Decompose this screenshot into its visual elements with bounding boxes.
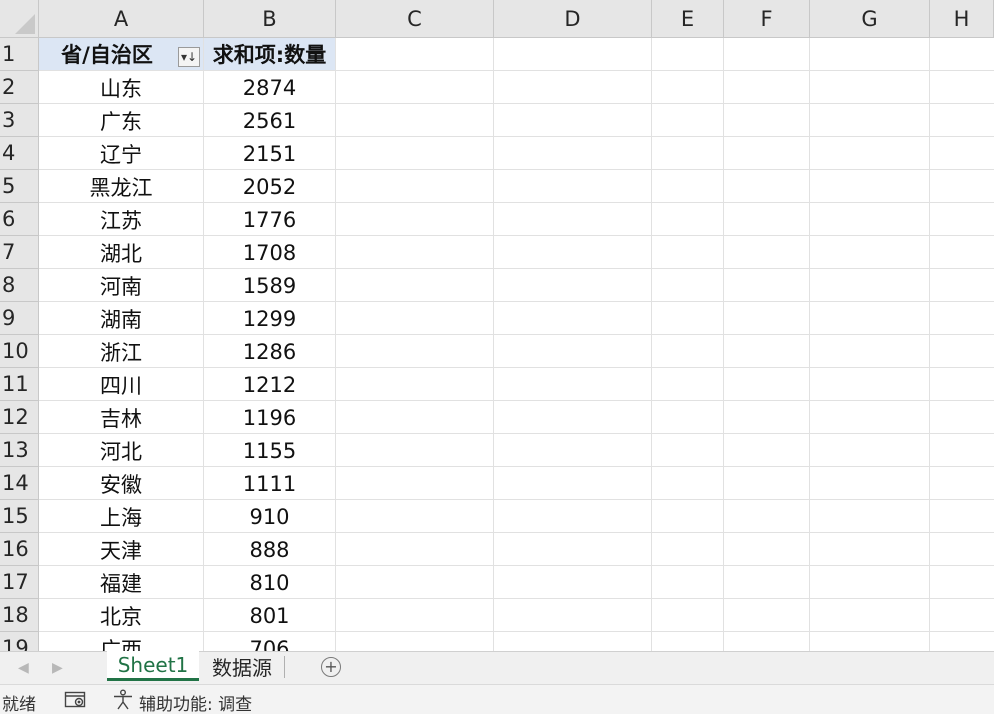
column-header-g[interactable]: G: [810, 0, 930, 38]
pivot-sum-header[interactable]: 求和项:数量: [204, 38, 335, 70]
row-header-16[interactable]: 16: [0, 533, 39, 566]
column-header-f[interactable]: F: [724, 0, 810, 38]
pivot-quantity-cell[interactable]: 888: [204, 533, 335, 566]
row-header-6[interactable]: 6: [0, 203, 39, 236]
row-header-7[interactable]: 7: [0, 236, 39, 269]
pivot-quantity-cell[interactable]: 1708: [204, 236, 335, 269]
pivot-quantity-cell[interactable]: 2151: [204, 137, 335, 170]
scroll-right-icon[interactable]: ▶: [52, 660, 63, 676]
pivot-province-cell[interactable]: 广西: [39, 632, 203, 652]
macro-record-icon[interactable]: [64, 689, 88, 714]
pivot-province-cell[interactable]: 河北: [39, 434, 203, 467]
pivot-province-cell[interactable]: 上海: [39, 500, 203, 533]
pivot-province-cell[interactable]: 河南: [39, 269, 203, 302]
pivot-province-cell[interactable]: 安徽: [39, 467, 203, 500]
pivot-quantity-cell[interactable]: 706: [204, 632, 335, 652]
row-header-17[interactable]: 17: [0, 566, 39, 599]
row-header-5[interactable]: 5: [0, 170, 39, 203]
sort-filter-dropdown-icon[interactable]: ▾↓: [178, 47, 200, 67]
row-header-10[interactable]: 10: [0, 335, 39, 368]
accessibility-status[interactable]: 辅助功能: 调查: [139, 690, 252, 715]
row-header-14[interactable]: 14: [0, 467, 39, 500]
pivot-province-cell[interactable]: 湖南: [39, 302, 203, 335]
row-header-1[interactable]: 1: [0, 38, 39, 71]
row-header-8[interactable]: 8: [0, 269, 39, 302]
column-header-a[interactable]: A: [39, 0, 204, 38]
pivot-province-cell[interactable]: 天津: [39, 533, 203, 566]
pivot-quantity-cell[interactable]: 810: [204, 566, 335, 599]
pivot-province-cell[interactable]: 江苏: [39, 203, 203, 236]
worksheet-grid[interactable]: A B C D E F G H 1 2 3 4 5 6 7 8 9 10 11 12 13 14 15 16 17 18 19 省/自…: [0, 0, 994, 651]
scroll-left-icon[interactable]: ◀: [18, 660, 29, 676]
column-header-e[interactable]: E: [652, 0, 724, 38]
column-header-b[interactable]: B: [204, 0, 336, 38]
tab-sheet1[interactable]: Sheet1: [107, 651, 199, 681]
column-gridline: [723, 38, 724, 651]
pivot-quantity-cell[interactable]: 801: [204, 599, 335, 632]
select-all-corner[interactable]: [0, 0, 39, 38]
row-header-19[interactable]: 19: [0, 632, 39, 651]
pivot-quantity-cell[interactable]: 1212: [204, 368, 335, 401]
select-all-triangle-icon: [15, 14, 35, 34]
pivot-province-cell[interactable]: 湖北: [39, 236, 203, 269]
row-header-9[interactable]: 9: [0, 302, 39, 335]
column-gridline: [929, 38, 930, 651]
pivot-quantity-cell[interactable]: 1299: [204, 302, 335, 335]
pivot-quantity-cell[interactable]: 2561: [204, 104, 335, 137]
pivot-quantity-cell[interactable]: 1155: [204, 434, 335, 467]
row-header-12[interactable]: 12: [0, 401, 39, 434]
pivot-province-cell[interactable]: 北京: [39, 599, 203, 632]
pivot-province-cell[interactable]: 浙江: [39, 335, 203, 368]
pivot-province-cell[interactable]: 福建: [39, 566, 203, 599]
pivot-province-cell[interactable]: 辽宁: [39, 137, 203, 170]
sheet-tab-bar: ◀ ▶ Sheet1 数据源 +: [0, 651, 994, 684]
row-header-18[interactable]: 18: [0, 599, 39, 632]
row-header-11[interactable]: 11: [0, 368, 39, 401]
add-sheet-icon[interactable]: +: [321, 657, 341, 677]
column-gridline: [809, 38, 810, 651]
row-header-13[interactable]: 13: [0, 434, 39, 467]
pivot-province-cell[interactable]: 广东: [39, 104, 203, 137]
pivot-quantity-cell[interactable]: 1286: [204, 335, 335, 368]
accessibility-icon[interactable]: [112, 689, 134, 715]
row-header-3[interactable]: 3: [0, 104, 39, 137]
pivot-province-cell[interactable]: 黑龙江: [39, 170, 203, 203]
pivot-province-cell[interactable]: 吉林: [39, 401, 203, 434]
pivot-province-cell[interactable]: 山东: [39, 71, 203, 104]
row-header-15[interactable]: 15: [0, 500, 39, 533]
column-gridline: [493, 38, 494, 651]
pivot-quantity-cell[interactable]: 1589: [204, 269, 335, 302]
row-header-4[interactable]: 4: [0, 137, 39, 170]
column-gridline: [335, 38, 336, 651]
pivot-quantity-cell[interactable]: 1111: [204, 467, 335, 500]
status-ready: 就绪: [2, 695, 36, 715]
column-header-d[interactable]: D: [494, 0, 652, 38]
column-header-c[interactable]: C: [336, 0, 494, 38]
pivot-quantity-cell[interactable]: 910: [204, 500, 335, 533]
status-bar: 就绪 辅助功能: 调查: [0, 684, 994, 715]
column-header-h[interactable]: H: [930, 0, 994, 38]
pivot-quantity-cell[interactable]: 1776: [204, 203, 335, 236]
pivot-province-cell[interactable]: 四川: [39, 368, 203, 401]
row-header-2[interactable]: 2: [0, 71, 39, 104]
tab-divider: [284, 656, 285, 678]
pivot-quantity-cell[interactable]: 2052: [204, 170, 335, 203]
column-gridline: [651, 38, 652, 651]
pivot-quantity-cell[interactable]: 1196: [204, 401, 335, 434]
tab-data-source[interactable]: 数据源: [201, 651, 283, 681]
pivot-quantity-cell[interactable]: 2874: [204, 71, 335, 104]
